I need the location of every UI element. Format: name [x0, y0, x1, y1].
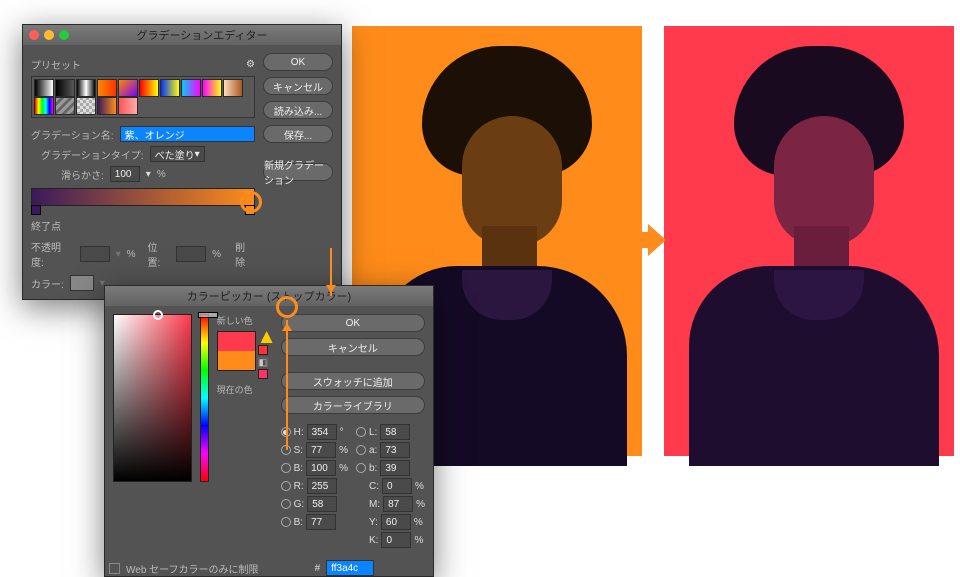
hue-marker[interactable]	[198, 312, 218, 318]
gradient-editor-dialog: グラデーションエディター プリセット ⚙	[22, 24, 342, 300]
opacity-label: 不透明度:	[31, 239, 74, 269]
r-input[interactable]: 255	[307, 478, 337, 494]
preset-swatch[interactable]	[139, 79, 159, 97]
c-input[interactable]: 0	[382, 478, 412, 494]
type-label: グラデーションタイプ:	[41, 147, 144, 162]
close-icon[interactable]	[29, 30, 39, 40]
gradient-stop[interactable]	[31, 205, 41, 215]
g-input[interactable]: 58	[307, 496, 337, 512]
delete-stop[interactable]: 削除	[235, 239, 255, 269]
m-input[interactable]: 87	[383, 496, 413, 512]
annotation-circle	[276, 296, 298, 318]
preset-swatch[interactable]	[118, 79, 138, 97]
closest-color-swatch[interactable]	[258, 345, 268, 355]
cancel-button[interactable]: キャンセル	[281, 338, 425, 356]
new-gradient-button[interactable]: 新規グラデーション	[263, 163, 333, 181]
b-input[interactable]: 100	[306, 460, 336, 476]
preset-swatch[interactable]	[76, 97, 96, 115]
gamut-warning-icon[interactable]	[261, 331, 273, 343]
a-input[interactable]: 73	[380, 442, 410, 458]
g-radio[interactable]	[281, 499, 291, 509]
bl-input[interactable]: 77	[306, 514, 336, 530]
new-color-label: 新しい色	[217, 314, 273, 327]
maximize-icon[interactable]	[59, 30, 69, 40]
color-compare[interactable]	[217, 331, 256, 371]
position-input[interactable]	[176, 246, 206, 262]
color-picker-dialog: カラーピッカー (ストップカラー) 新しい色 ◧ 現在の色	[104, 285, 434, 577]
closest-websafe-swatch[interactable]	[258, 369, 268, 379]
a-radio[interactable]	[356, 445, 366, 455]
bb-input[interactable]: 39	[380, 460, 410, 476]
b-radio[interactable]	[281, 463, 291, 473]
preset-swatch[interactable]	[55, 79, 75, 97]
preview-after	[664, 26, 954, 456]
smoothness-input[interactable]: 100	[110, 166, 140, 182]
sv-cursor[interactable]	[153, 310, 163, 320]
preset-swatch[interactable]	[76, 79, 96, 97]
ok-button[interactable]: OK	[281, 314, 425, 332]
bb-radio[interactable]	[356, 463, 366, 473]
preset-swatch[interactable]	[202, 79, 222, 97]
saturation-value-field[interactable]	[113, 314, 192, 482]
gradient-name-input[interactable]: 紫、オレンジ	[120, 126, 255, 142]
presets-label: プリセット	[31, 57, 81, 72]
titlebar[interactable]: グラデーションエディター	[23, 25, 341, 45]
gradient-bar[interactable]	[31, 188, 255, 206]
color-label: カラー:	[31, 276, 64, 291]
hue-slider[interactable]	[200, 314, 209, 482]
load-button[interactable]: 読み込み...	[263, 101, 333, 119]
new-color-swatch	[218, 332, 255, 351]
preset-swatch[interactable]	[118, 97, 138, 115]
stop-color-swatch[interactable]	[70, 275, 94, 291]
preset-swatch[interactable]	[223, 79, 243, 97]
cancel-button[interactable]: キャンセル	[263, 77, 333, 95]
position-label: 位置:	[148, 239, 171, 269]
ok-button[interactable]: OK	[263, 53, 333, 71]
s-input[interactable]: 77	[306, 442, 336, 458]
websafe-label: Web セーフカラーのみに制限	[126, 561, 259, 576]
l-input[interactable]: 58	[380, 424, 410, 440]
l-radio[interactable]	[356, 427, 366, 437]
preset-swatch[interactable]	[160, 79, 180, 97]
stop-section-label: 終了点	[31, 218, 255, 233]
name-label: グラデーション名:	[31, 127, 114, 142]
opacity-input[interactable]	[80, 246, 110, 262]
dialog-title: カラーピッカー (ストップカラー)	[111, 288, 427, 304]
gradient-type-select[interactable]: べた塗り ▾	[150, 146, 205, 162]
dialog-title: グラデーションエディター	[69, 27, 335, 43]
preset-swatch[interactable]	[97, 79, 117, 97]
smoothness-label: 滑らかさ:	[61, 167, 104, 182]
save-button[interactable]: 保存...	[263, 125, 333, 143]
h-input[interactable]: 354	[307, 424, 337, 440]
preset-grid	[31, 76, 255, 118]
preset-swatch[interactable]	[55, 97, 75, 115]
titlebar[interactable]: カラーピッカー (ストップカラー)	[105, 286, 433, 306]
preset-swatch[interactable]	[34, 79, 54, 97]
r-radio[interactable]	[281, 481, 291, 491]
add-swatch-button[interactable]: スウォッチに追加	[281, 372, 425, 390]
hex-input[interactable]: ff3a4c	[326, 560, 374, 576]
websafe-checkbox[interactable]	[109, 563, 120, 574]
bl-radio[interactable]	[281, 517, 291, 527]
preset-swatch[interactable]	[181, 79, 201, 97]
y-input[interactable]: 60	[381, 514, 411, 530]
minimize-icon[interactable]	[44, 30, 54, 40]
websafe-warning-icon[interactable]: ◧	[258, 357, 268, 367]
preset-swatch[interactable]	[97, 97, 117, 115]
k-input[interactable]: 0	[381, 532, 411, 548]
preset-swatch[interactable]	[34, 97, 54, 115]
annotation-circle	[240, 191, 262, 213]
annotation-arrow	[286, 320, 288, 450]
color-library-button[interactable]: カラーライブラリ	[281, 396, 425, 414]
current-color-label: 現在の色	[217, 383, 273, 396]
gear-icon[interactable]: ⚙	[246, 59, 255, 70]
annotation-arrow	[330, 248, 332, 296]
current-color-swatch	[218, 351, 255, 370]
